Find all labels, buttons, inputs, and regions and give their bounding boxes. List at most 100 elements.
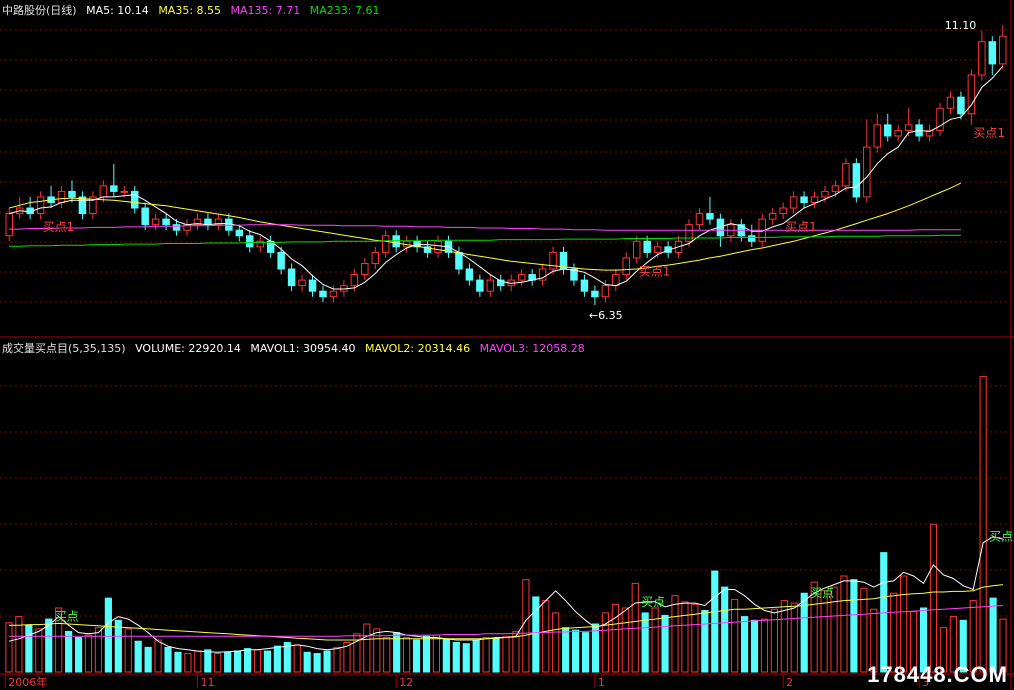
time-axis-label: 2006年 — [8, 675, 47, 689]
candle-body — [768, 213, 777, 220]
candle-body — [476, 279, 484, 292]
volume-bar — [184, 653, 192, 673]
volume-bar — [502, 635, 510, 673]
candle-body — [904, 124, 913, 131]
candle-body — [978, 41, 986, 76]
candle-body — [894, 129, 902, 137]
volume-bar — [681, 601, 689, 673]
ma135-readout: MA135: 7.71 — [230, 4, 301, 17]
candle-body — [371, 251, 380, 264]
volume-bar — [204, 649, 212, 673]
volume-bar — [711, 570, 719, 673]
volume-bar — [194, 650, 202, 673]
volume-bar — [442, 638, 450, 673]
volume-bar — [164, 646, 172, 673]
candle-body — [151, 218, 160, 226]
volume-bar — [750, 619, 759, 673]
candle-body — [319, 290, 327, 298]
candle-body — [110, 185, 118, 192]
volume-bar — [333, 646, 341, 673]
candle-body — [392, 235, 400, 248]
volume-bar — [790, 602, 798, 673]
volume-bar — [303, 651, 311, 673]
volume-bar — [492, 638, 500, 673]
volume-bar — [542, 600, 550, 673]
volume-bar — [263, 650, 272, 673]
volume-bar — [850, 579, 858, 673]
candle-body — [162, 218, 170, 226]
candle-body — [287, 268, 296, 287]
volume-bar — [144, 646, 152, 673]
volume-bar — [363, 623, 371, 673]
volume-bar — [522, 579, 530, 673]
mavol1-readout: MAVOL1: 30954.40 — [250, 342, 356, 355]
candle-body — [36, 196, 45, 215]
volume-bar — [572, 629, 580, 673]
candle-body — [685, 224, 693, 242]
volume-bar — [929, 523, 938, 673]
time-axis-label: 2 — [786, 676, 793, 689]
volume-bar — [273, 645, 281, 673]
volume-bar — [840, 575, 848, 673]
volume-bar — [601, 612, 609, 673]
ma135-line — [9, 224, 961, 231]
high-price-annotation: 11.10 — [945, 19, 977, 32]
volume-bar — [104, 597, 112, 673]
candle-body — [842, 163, 850, 187]
candle-body — [172, 224, 181, 231]
volume-bar — [114, 619, 122, 673]
candle-body — [643, 240, 651, 253]
candle-body — [455, 251, 463, 270]
candle-body — [706, 213, 714, 220]
candle-body — [748, 235, 756, 242]
volume-bar — [65, 630, 73, 673]
candle-body — [580, 279, 589, 292]
volume-bar — [472, 639, 480, 673]
volume-bar — [760, 618, 769, 673]
volume-bar — [552, 612, 560, 673]
candle-body — [852, 163, 861, 198]
candle-body — [277, 251, 285, 270]
mavol2-readout: MAVOL2: 20314.46 — [364, 342, 471, 355]
time-axis-label: 1 — [598, 676, 605, 689]
time-axis-label: 11 — [200, 676, 214, 689]
candle-body — [883, 124, 892, 137]
candle-body — [800, 196, 808, 203]
candle-body — [130, 190, 139, 209]
low-price-annotation: ←6.35 — [589, 309, 623, 322]
volume-bar — [562, 627, 570, 673]
volume-bar — [432, 634, 440, 673]
volume-bar — [422, 635, 431, 673]
volume-bar — [721, 586, 729, 673]
candle-body — [486, 279, 495, 292]
candle-body — [988, 41, 997, 65]
volume-indicator-title: 成交量买点目(5,35,135) — [2, 342, 126, 355]
volume-bar — [323, 650, 331, 673]
volume-bar — [243, 648, 252, 673]
volume-bar — [124, 628, 132, 673]
candle-body — [622, 257, 631, 276]
buy-signal-label: 买点1 — [785, 220, 817, 234]
buy-signal-label: 买点1 — [973, 126, 1005, 140]
candle-body — [632, 240, 641, 259]
ma233-readout: MA233: 7.61 — [309, 4, 380, 17]
candle-body — [863, 146, 871, 198]
candle-body — [821, 190, 829, 198]
volume-bar — [462, 643, 470, 673]
volume-bar — [74, 637, 83, 673]
volume-bar — [621, 607, 629, 673]
candle-body — [298, 279, 306, 287]
volume-bar — [25, 624, 33, 673]
buy-signal-label: 买点1 — [639, 264, 671, 278]
candle-body — [141, 207, 149, 226]
volume-buy-signal-label: 买点 — [641, 595, 665, 609]
ma233-line — [9, 234, 961, 247]
volume-bar — [383, 637, 391, 673]
volume-bar — [641, 612, 649, 673]
buy-signal-label: 买点1 — [43, 220, 75, 234]
candle-body — [695, 213, 704, 226]
volume-bar — [671, 595, 679, 673]
volume-bar — [452, 641, 460, 673]
candle-body — [246, 235, 254, 248]
stock-title: 中路股份(日线) — [2, 4, 77, 17]
